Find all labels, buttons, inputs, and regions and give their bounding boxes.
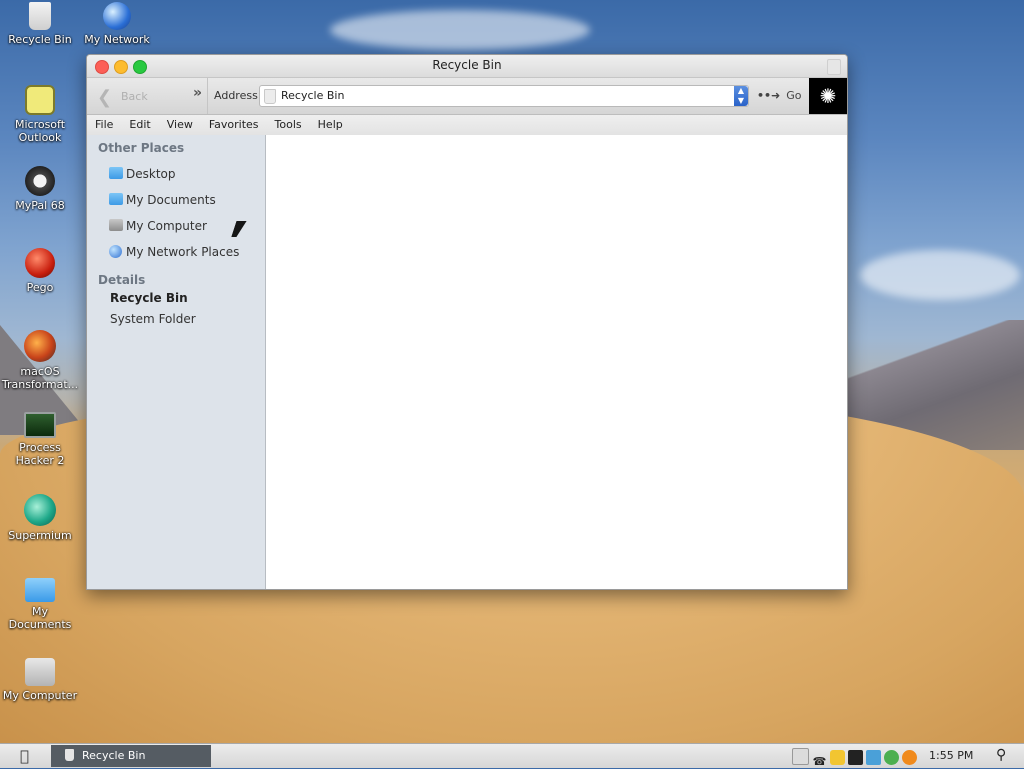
folder-icon (25, 578, 55, 602)
computer-icon (25, 658, 55, 686)
cloud (330, 10, 590, 50)
details-name: Recycle Bin (110, 291, 188, 305)
grid-icon[interactable] (848, 750, 863, 765)
sidebar-item-my-documents[interactable]: My Documents (87, 187, 265, 213)
folder-icon (109, 167, 123, 179)
desktop-icon-recycle-bin[interactable]: Recycle Bin (0, 2, 80, 46)
desktop-icon-my-documents[interactable]: My Documents (0, 578, 80, 631)
desktop-icon-my-network[interactable]: My Network (77, 2, 157, 46)
desktop-icon-my-computer[interactable]: My Computer (0, 658, 80, 702)
recycle-bin-icon (264, 89, 276, 104)
menu-view[interactable]: View (159, 115, 201, 135)
outlook-icon (25, 85, 55, 115)
sidebar-item-desktop[interactable]: Desktop (87, 161, 265, 187)
loading-throbber-icon: ✺ (809, 78, 847, 114)
search-icon[interactable]: ⚲ (996, 747, 1006, 763)
address-field[interactable]: Recycle Bin ▲ ▼ (259, 85, 749, 107)
toolbar-toggle-button[interactable] (827, 59, 841, 75)
window-title: Recycle Bin (432, 58, 502, 72)
pego-icon (25, 248, 55, 278)
menu-file[interactable]: File (87, 115, 121, 135)
recycle-bin-icon (29, 2, 51, 30)
chevron-double-right-icon[interactable]: » (193, 85, 202, 101)
desktop-icon-outlook[interactable]: Microsoft Outlook (0, 85, 80, 144)
sidebar-item-my-network-places[interactable]: My Network Places (87, 239, 265, 265)
menu-bar: File Edit View Favorites Tools Help (87, 115, 847, 136)
zoom-button[interactable] (133, 60, 147, 74)
minimize-button[interactable] (114, 60, 128, 74)
task-pane: Other Places Desktop My Documents My Com… (87, 135, 266, 589)
desktop-icon-mypal[interactable]: MyPal 68 (0, 166, 80, 212)
menu-tools[interactable]: Tools (267, 115, 310, 135)
back-arrow-icon: ❮ (97, 87, 113, 108)
back-button[interactable]: ❮ Back » (87, 78, 208, 114)
clock[interactable]: 1:55 PM (929, 749, 973, 762)
recycle-icon[interactable] (884, 750, 899, 765)
title-bar[interactable]: Recycle Bin (87, 55, 847, 78)
macos-transformation-icon (24, 330, 56, 362)
phone-icon[interactable]: ☎ (812, 754, 827, 769)
go-arrow-icon: ••➜ (757, 89, 781, 102)
cloud (860, 250, 1020, 300)
apple-menu-icon[interactable]:  (20, 747, 29, 765)
menu-help[interactable]: Help (310, 115, 351, 135)
shield-icon[interactable] (830, 750, 845, 765)
desktop-icon-process-hacker[interactable]: Process Hacker 2 (0, 412, 80, 467)
globe-icon (109, 245, 122, 258)
address-value: Recycle Bin (281, 89, 345, 102)
recycle-bin-icon (65, 749, 74, 761)
process-hacker-icon (24, 412, 56, 438)
desktop-icon-pego[interactable]: Pego (0, 248, 80, 294)
go-button[interactable]: ••➜ Go (757, 89, 802, 102)
back-label: Back (121, 90, 148, 103)
address-dropdown-button[interactable]: ▲ ▼ (734, 86, 748, 106)
explorer-window: Recycle Bin ❮ Back » Address Recycle Bin… (86, 54, 848, 590)
taskbar-button-recycle-bin[interactable]: Recycle Bin (51, 745, 211, 767)
keyboard-icon[interactable] (792, 748, 809, 765)
menu-edit[interactable]: Edit (121, 115, 158, 135)
folder-icon (109, 193, 123, 205)
go-label: Go (786, 89, 802, 102)
globe-icon (103, 2, 131, 30)
file-list-pane[interactable] (266, 135, 847, 589)
supermium-icon (24, 494, 56, 526)
close-button[interactable] (95, 60, 109, 74)
desktop-icon-supermium[interactable]: Supermium (0, 494, 80, 542)
details-heading: Details (98, 273, 146, 287)
taskbar:  Recycle Bin ☎ 1:55 PM ⚲ (0, 743, 1024, 768)
network-icon[interactable] (866, 750, 881, 765)
computer-icon (109, 219, 123, 231)
system-tray: ☎ (792, 748, 920, 768)
details-type: System Folder (110, 312, 196, 326)
raccoon-icon (25, 166, 55, 196)
other-places-heading: Other Places (98, 141, 185, 155)
menu-favorites[interactable]: Favorites (201, 115, 267, 135)
search-tool-icon[interactable] (902, 750, 917, 765)
toolbar: ❮ Back » Address Recycle Bin ▲ ▼ ••➜ Go ✺ (87, 78, 847, 115)
window-content: Other Places Desktop My Documents My Com… (87, 135, 847, 589)
desktop-icon-macos-transformation[interactable]: macOS Transformat... (0, 330, 80, 391)
address-label: Address (214, 89, 258, 102)
